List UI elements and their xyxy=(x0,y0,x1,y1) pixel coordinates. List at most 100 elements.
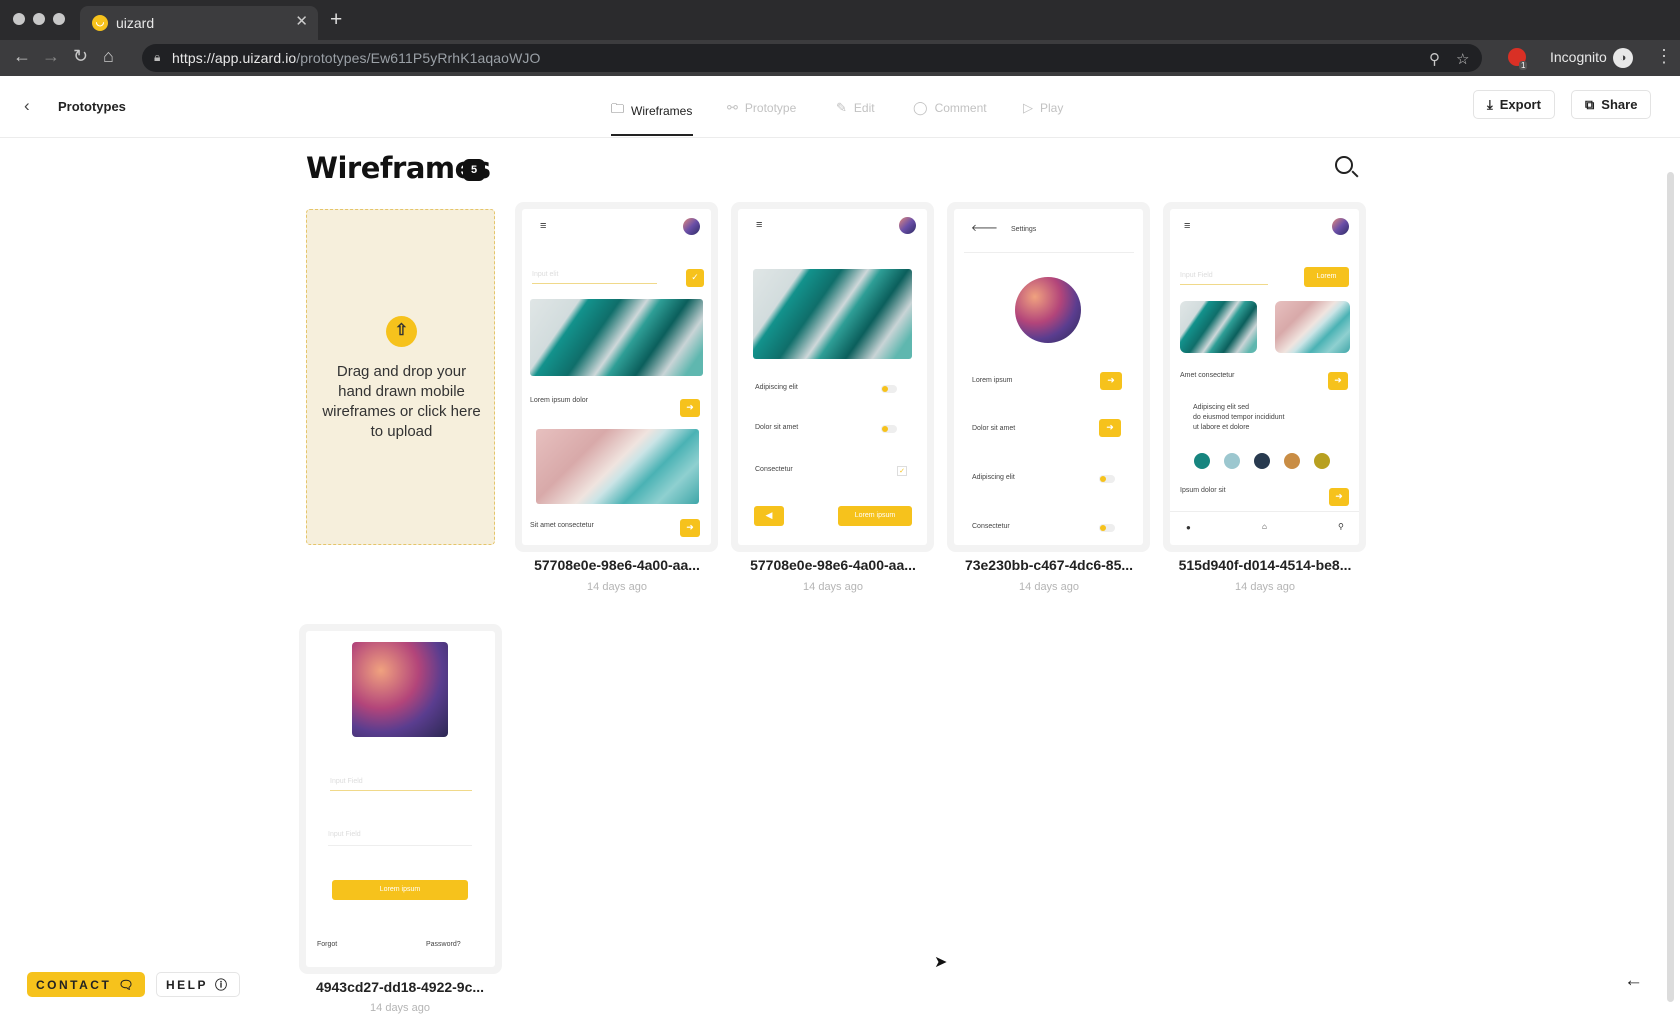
card-title[interactable]: 57708e0e-98e6-4a00-aa... xyxy=(517,557,717,573)
primary-button: Lorem ipsum xyxy=(838,506,912,526)
browser-tab[interactable]: ◡ uizard ✕ xyxy=(80,6,318,40)
browser-menu-icon[interactable]: ⋮ xyxy=(1655,46,1673,67)
breadcrumb-prototypes[interactable]: Prototypes xyxy=(58,99,126,114)
scrollbar[interactable] xyxy=(1667,172,1674,1002)
avatar xyxy=(1332,218,1349,235)
mini-label: Lorem ipsum dolor xyxy=(530,397,588,404)
incognito-icon[interactable]: ◑ xyxy=(1613,48,1633,68)
wireframe-card[interactable]: ≡ Input elit ✓ Lorem ipsum dolor ➜ Sit a… xyxy=(522,209,711,545)
address-bar[interactable]: 🔒︎ https://app.uizard.io/prototypes/Ew61… xyxy=(142,44,1482,72)
uizard-favicon-icon: ◡ xyxy=(92,15,108,31)
beach-image xyxy=(1275,301,1350,353)
close-window-icon[interactable] xyxy=(13,13,25,25)
share-icon: ⧉ xyxy=(1585,96,1595,112)
upload-icon: ⇧ xyxy=(386,316,417,347)
upload-dropzone[interactable]: ⇧ Drag and drop your hand drawn mobile w… xyxy=(306,209,495,545)
zoom-icon[interactable]: ⚲ xyxy=(1429,50,1440,68)
url-text: https://app.uizard.io/prototypes/Ew611P5… xyxy=(172,50,541,66)
maximize-window-icon[interactable] xyxy=(53,13,65,25)
forgot-link: Forgot xyxy=(317,941,338,948)
arrow-button: ➜ xyxy=(1100,372,1122,390)
bookmark-star-icon[interactable]: ☆ xyxy=(1456,50,1469,68)
export-label: Export xyxy=(1499,97,1541,112)
tab-wireframes[interactable]: 🗀 Wireframes xyxy=(611,100,692,122)
toggle xyxy=(1099,475,1115,483)
home-icon[interactable]: ⌂ xyxy=(103,46,114,67)
mini-label: Dolor sit amet xyxy=(972,425,1016,432)
card-date: 14 days ago xyxy=(370,1002,430,1014)
tab-label: Wireframes xyxy=(631,104,693,118)
help-label: HELP xyxy=(166,977,209,992)
active-tab-indicator xyxy=(611,134,693,136)
card-title[interactable]: 515d940f-d014-4514-be8... xyxy=(1165,557,1365,573)
mini-input-line xyxy=(532,283,657,284)
thumbnail-row xyxy=(1194,453,1359,474)
tab-comment[interactable]: ◯ Comment xyxy=(913,100,987,116)
beach-image xyxy=(536,429,699,504)
arrow-button: ➜ xyxy=(1328,372,1348,390)
download-icon: ⤓ xyxy=(1487,96,1493,112)
checkbox: ✓ xyxy=(897,466,907,476)
new-tab-button[interactable]: + xyxy=(330,9,342,30)
mini-input: Input Field xyxy=(1180,272,1213,279)
wireframe-card[interactable]: 🡐 Settings Lorem ipsum ➜ Dolor sit amet … xyxy=(954,209,1143,545)
card-title[interactable]: 57708e0e-98e6-4a00-aa... xyxy=(733,557,933,573)
pencil-icon: ✎ xyxy=(836,100,847,115)
back-chevron-icon[interactable]: ‹ xyxy=(24,96,30,116)
toggle xyxy=(1099,524,1115,532)
primary-button: Lorem ipsum xyxy=(332,880,468,900)
mini-label: Sit amet consectetur xyxy=(530,522,594,529)
card-title[interactable]: 4943cd27-dd18-4922-9c... xyxy=(300,979,500,995)
play-icon: ▷ xyxy=(1023,100,1033,115)
card-date: 14 days ago xyxy=(1235,581,1295,593)
contact-button[interactable]: CONTACT 🗨︎ xyxy=(27,972,146,997)
arrow-button: ➜ xyxy=(680,519,700,537)
help-button[interactable]: HELP ⓘ xyxy=(156,972,240,997)
browser-forward-icon[interactable]: → xyxy=(42,46,60,67)
incognito-label: Incognito xyxy=(1550,49,1607,65)
divider xyxy=(964,252,1134,253)
tab-title: uizard xyxy=(116,15,155,31)
tab-play[interactable]: ▷ Play xyxy=(1023,100,1063,116)
toggle xyxy=(881,425,897,433)
check-button: ✓ xyxy=(686,269,704,287)
mini-paragraph-line: ut labore et dolore xyxy=(1193,424,1250,431)
wireframe-card[interactable]: ≡ Input Field Lorem Amet consectetur ➜ A… xyxy=(1170,209,1359,545)
card-date: 14 days ago xyxy=(1019,581,1079,593)
mini-label: Amet consectetur xyxy=(1180,372,1235,379)
mini-input-line xyxy=(330,790,472,791)
browser-back-icon[interactable]: ← xyxy=(13,46,31,67)
mini-input-line xyxy=(1180,284,1268,285)
mini-label: Consectetur xyxy=(755,466,793,473)
hamburger-icon: ≡ xyxy=(540,220,547,232)
link-icon: ⚯ xyxy=(727,100,738,115)
teal-abstract-image xyxy=(530,299,703,376)
wireframe-card[interactable]: Input Field Input Field Lorem ipsum Forg… xyxy=(306,631,495,967)
mini-input: Input Field xyxy=(328,831,361,838)
search-icon[interactable] xyxy=(1335,156,1353,174)
mini-label: Adipiscing elit xyxy=(972,474,1015,481)
tab-close-icon[interactable]: ✕ xyxy=(295,12,308,30)
info-icon: ⓘ xyxy=(215,978,230,992)
tab-prototype[interactable]: ⚯ Prototype xyxy=(727,100,796,116)
card-date: 14 days ago xyxy=(587,581,647,593)
browser-toolbar: ← → ↻ ⌂ 🔒︎ https://app.uizard.io/prototy… xyxy=(0,40,1680,76)
mini-input-line xyxy=(328,845,472,846)
arrow-button: ➜ xyxy=(1329,488,1349,506)
mini-label: Ipsum dolor sit xyxy=(1180,487,1226,494)
reload-icon[interactable]: ↻ xyxy=(73,46,88,67)
toggle xyxy=(881,385,897,393)
share-button[interactable]: ⧉ Share xyxy=(1571,90,1652,119)
canyon-image xyxy=(352,642,448,737)
minimize-window-icon[interactable] xyxy=(33,13,45,25)
wireframe-card[interactable]: ≡ Adipiscing elit Dolor sit amet Consect… xyxy=(738,209,927,545)
card-title[interactable]: 73e230bb-c467-4dc6-85... xyxy=(949,557,1149,573)
profile-image xyxy=(1015,277,1081,343)
tab-edit[interactable]: ✎ Edit xyxy=(836,100,875,116)
hamburger-icon: ≡ xyxy=(756,219,763,231)
comment-icon: ◯ xyxy=(913,100,928,115)
export-button[interactable]: ⤓ Export xyxy=(1473,90,1555,119)
mini-label: Dolor sit amet xyxy=(755,424,799,431)
collapse-arrow-icon[interactable]: ← xyxy=(1624,970,1643,992)
mini-title: Settings xyxy=(1011,226,1037,233)
